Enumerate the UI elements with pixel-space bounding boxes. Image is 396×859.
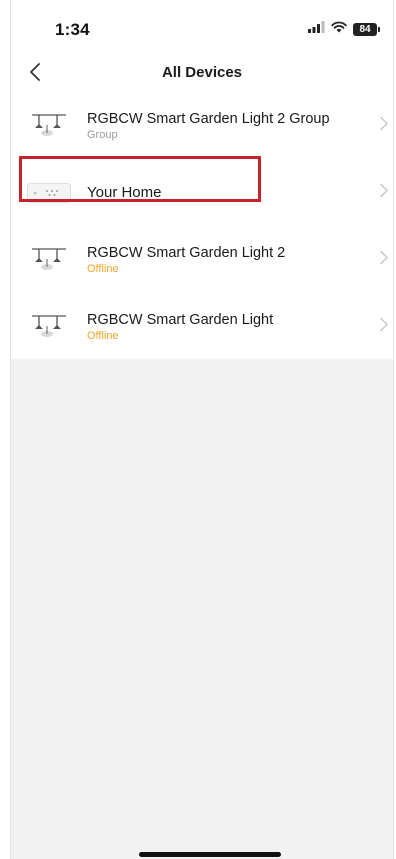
battery-indicator: 84: [353, 22, 380, 36]
chevron-right-icon: [379, 182, 389, 203]
status-time: 1:34: [55, 20, 90, 39]
home-indicator[interactable]: [139, 852, 281, 857]
device-row-your-home[interactable]: Your Home: [11, 156, 393, 226]
device-row-garden-light-2-group[interactable]: RGBCW Smart Garden Light 2 Group Group: [11, 92, 393, 159]
device-status: Offline: [87, 262, 119, 275]
status-bar: 1:34 84: [11, 0, 393, 56]
garden-light-icon: [27, 245, 71, 275]
device-row-garden-light[interactable]: RGBCW Smart Garden Light Offline: [11, 293, 393, 360]
chevron-right-icon: [379, 249, 389, 270]
phone-screen: 1:34 84 All Devices RGBCW Smart Garden L…: [10, 0, 394, 859]
device-list: RGBCW Smart Garden Light 2 Group Group Y…: [11, 92, 393, 360]
chevron-right-icon: [379, 115, 389, 136]
status-icons: 84: [308, 20, 380, 38]
device-list-panel: 1:34 84 All Devices RGBCW Smart Garden L…: [11, 0, 393, 359]
chevron-right-icon: [379, 316, 389, 337]
device-name: RGBCW Smart Garden Light: [87, 311, 274, 328]
navigation-bar: All Devices: [11, 56, 393, 92]
device-row-garden-light-2[interactable]: RGBCW Smart Garden Light 2 Offline: [11, 226, 393, 293]
device-name: RGBCW Smart Garden Light 2: [87, 244, 286, 261]
cellular-signal-icon: [308, 20, 325, 38]
device-status: Offline: [87, 329, 119, 342]
wifi-icon: [331, 20, 347, 38]
device-name: RGBCW Smart Garden Light 2 Group: [87, 110, 330, 127]
garden-light-icon: [27, 111, 71, 141]
garden-light-icon: [27, 312, 71, 342]
switch-panel-icon: [27, 178, 71, 208]
device-name: Your Home: [87, 183, 162, 201]
device-status: Group: [87, 128, 118, 141]
page-title: All Devices: [161, 64, 243, 81]
